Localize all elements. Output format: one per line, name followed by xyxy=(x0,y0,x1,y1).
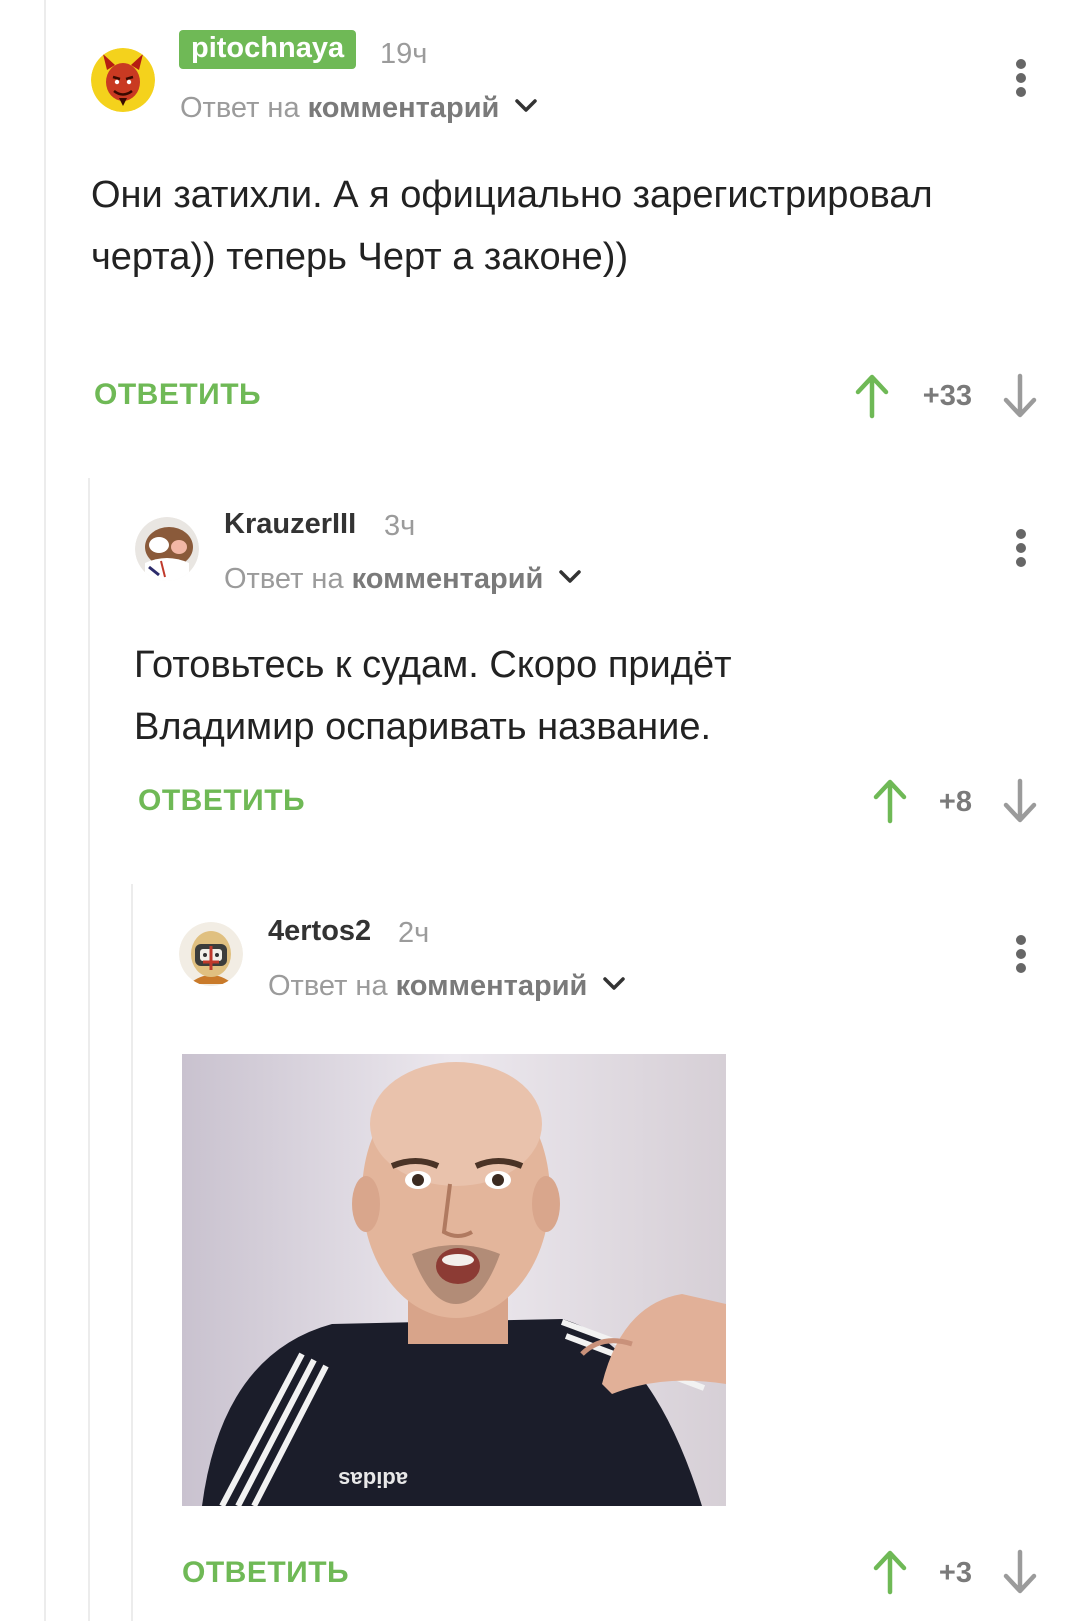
reply-button[interactable]: ОТВЕТИТЬ xyxy=(182,1556,349,1590)
rating-value: +3 xyxy=(938,1557,972,1589)
robot-helmet-avatar-icon xyxy=(179,922,243,986)
chevron-down-icon[interactable] xyxy=(603,977,626,991)
reply-to[interactable]: Ответ на комментарий xyxy=(268,970,626,1003)
author-name[interactable]: 4ertos2 xyxy=(268,915,371,948)
comment: 4ertos2 2ч Ответ на комментарий adidas О… xyxy=(0,0,1080,1621)
shirt-logo-text: adidas xyxy=(338,1467,408,1492)
avatar[interactable] xyxy=(179,922,243,986)
reply-prefix: Ответ на xyxy=(268,970,388,1002)
reply-target-link[interactable]: комментарий xyxy=(396,970,588,1002)
comment-time: 2ч xyxy=(398,917,430,949)
downvote-arrow-icon[interactable] xyxy=(1000,1548,1040,1596)
more-options-icon[interactable] xyxy=(1014,932,1028,976)
comment-image[interactable]: adidas xyxy=(182,1054,726,1506)
